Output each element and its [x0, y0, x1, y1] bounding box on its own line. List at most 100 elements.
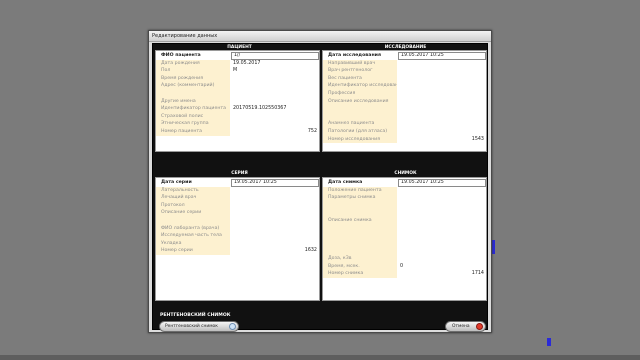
arrow-right-icon	[229, 323, 236, 330]
study-field-value[interactable]	[398, 128, 486, 136]
image-field-value[interactable]	[398, 187, 486, 195]
image-field-label	[323, 239, 397, 248]
study-field-value[interactable]: 19.05.2017 10:25	[398, 52, 486, 60]
study-field-label: Анамнез пациента	[323, 120, 397, 128]
series-row: Лечащий врач	[156, 194, 319, 202]
image-field-value[interactable]	[398, 232, 486, 240]
patient-field-label: Другие имена	[156, 97, 230, 106]
series-row: Дата серии 19.05.2017 10:25	[156, 179, 319, 187]
study-field-value[interactable]: 1543	[398, 136, 486, 144]
image-field-label: Параметры снимка	[323, 194, 397, 202]
study-row: Профессия	[323, 90, 486, 98]
patient-field-value[interactable]	[231, 90, 319, 98]
series-field-label: ФИО лаборанта (врача)	[156, 224, 230, 233]
series-row: Описание серии	[156, 209, 319, 217]
series-field-label: Дата серии	[156, 179, 230, 187]
patient-field-value[interactable]	[231, 82, 319, 90]
study-field-label: Описание исследования	[323, 97, 397, 106]
image-row	[323, 247, 486, 255]
patient-field-value[interactable]: 752	[231, 128, 319, 136]
image-field-value[interactable]	[398, 240, 486, 248]
image-field-value[interactable]	[398, 255, 486, 263]
image-field-value[interactable]: 1714	[398, 270, 486, 278]
patient-field-value[interactable]	[231, 113, 319, 121]
study-field-value[interactable]	[398, 67, 486, 75]
image-row	[323, 209, 486, 217]
patient-field-value[interactable]: 19.05.2017	[231, 60, 319, 68]
study-field-value[interactable]	[398, 98, 486, 106]
study-field-label: Профессия	[323, 90, 397, 98]
patient-row: Время рождения	[156, 74, 319, 83]
image-field-value[interactable]	[398, 217, 486, 225]
patient-field-label: Адрес (комментарий)	[156, 82, 230, 90]
image-field-value[interactable]	[398, 247, 486, 255]
image-panel: Дата снимка 19.05.2017 10:25 Положение пац…	[322, 177, 487, 301]
image-row	[323, 201, 486, 210]
image-field-label: Положение пациента	[323, 186, 397, 195]
series-field-label: Укладка	[156, 239, 230, 248]
patient-row: Дата рождения 19.05.2017	[156, 59, 319, 68]
section-title-xray: РЕНТГЕНОВСКИЙ СНИМОК	[160, 313, 231, 318]
xray-image-button-label: Рентгеновский снимок	[165, 324, 218, 329]
image-field-label: Номер снимка	[323, 270, 397, 278]
image-field-label	[323, 224, 397, 233]
series-field-label: Лечащий врач	[156, 194, 230, 202]
patient-field-value[interactable]	[231, 98, 319, 106]
image-row: Параметры снимка	[323, 194, 486, 202]
study-field-value[interactable]	[398, 120, 486, 128]
image-field-value[interactable]	[398, 209, 486, 217]
image-field-value[interactable]	[398, 202, 486, 210]
cancel-button[interactable]: Отмена	[445, 321, 486, 332]
image-field-value[interactable]	[398, 194, 486, 202]
patient-row: ФИО пациента 1//	[156, 52, 319, 60]
study-field-value[interactable]	[398, 113, 486, 121]
edit-data-dialog: Редактирование данных ПАЦИЕНТ ИССЛЕДОВАН…	[148, 30, 492, 333]
series-field-value[interactable]	[231, 225, 319, 233]
series-field-value[interactable]	[231, 217, 319, 225]
series-row: Протокол	[156, 201, 319, 210]
series-panel: Дата серии 19.05.2017 10:25 Латеральность Л…	[155, 177, 320, 301]
image-row	[323, 232, 486, 240]
patient-field-value[interactable]: 20170519.102550367	[231, 105, 319, 113]
image-field-value[interactable]: 0	[398, 263, 486, 271]
patient-row: Номер пациента 752	[156, 128, 319, 136]
image-row	[323, 224, 486, 233]
dialog-titlebar[interactable]: Редактирование данных	[149, 31, 491, 42]
patient-field-value[interactable]: 1//	[231, 52, 319, 60]
series-field-value[interactable]	[231, 202, 319, 210]
study-field-value[interactable]	[398, 60, 486, 68]
series-field-value[interactable]	[231, 194, 319, 202]
series-field-value[interactable]: 19.05.2017 10:25	[231, 179, 319, 187]
image-field-label	[323, 232, 397, 240]
series-field-value[interactable]	[231, 209, 319, 217]
patient-field-label: Дата рождения	[156, 59, 230, 68]
study-field-value[interactable]	[398, 105, 486, 113]
series-field-value[interactable]	[231, 240, 319, 248]
image-field-value[interactable]: 19.05.2017 10:25	[398, 179, 486, 187]
image-field-label: Дата снимка	[323, 179, 397, 187]
patient-row	[156, 90, 319, 98]
patient-field-value[interactable]: M	[231, 67, 319, 75]
series-row	[156, 217, 319, 225]
series-field-value[interactable]	[231, 187, 319, 195]
xray-image-button[interactable]: Рентгеновский снимок	[159, 321, 239, 332]
study-field-value[interactable]	[398, 75, 486, 83]
image-field-value[interactable]	[398, 225, 486, 233]
study-field-label: Патологии (для атласа)	[323, 128, 397, 136]
patient-field-value[interactable]	[231, 120, 319, 128]
patient-field-label: Время рождения	[156, 74, 230, 83]
image-row	[323, 239, 486, 248]
image-row: Время, мсек. 0	[323, 262, 486, 271]
cancel-button-label: Отмена	[452, 324, 470, 329]
study-panel: Дата исследования 19.05.2017 10:25 Направи…	[322, 50, 487, 152]
study-row: Описание исследования	[323, 97, 486, 106]
series-field-value[interactable]	[231, 232, 319, 240]
study-field-value[interactable]	[398, 82, 486, 90]
patient-row: Пол M	[156, 67, 319, 75]
image-field-label: Время, мсек.	[323, 262, 397, 271]
series-field-value[interactable]: 1632	[231, 247, 319, 255]
patient-field-label: Идентификатор пациента	[156, 105, 230, 113]
study-field-value[interactable]	[398, 90, 486, 98]
patient-field-value[interactable]	[231, 75, 319, 83]
study-field-label: Номер исследования	[323, 135, 397, 144]
